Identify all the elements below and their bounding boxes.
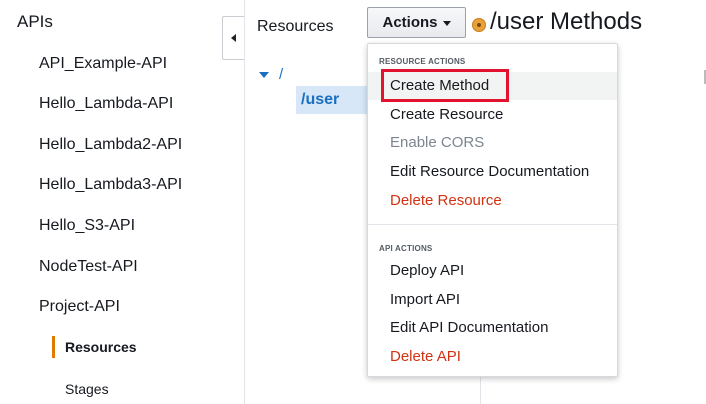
actions-dropdown-menu: RESOURCE ACTIONS Create Method Create Re… [367, 43, 618, 377]
tree-node-root[interactable]: / [259, 66, 283, 83]
tree-root-label: / [279, 66, 284, 83]
actions-button[interactable]: Actions [367, 7, 466, 38]
subnav-label: Stages [65, 381, 109, 397]
api-item[interactable]: Project-API [39, 298, 120, 316]
page-title: /user Methods [490, 8, 643, 35]
create-resource-menu-item[interactable]: Create Resource [368, 101, 617, 129]
active-indicator [52, 336, 55, 358]
method-header: /user Methods [472, 8, 642, 36]
api-item[interactable]: API_Example-API [39, 55, 167, 73]
chevron-down-icon [442, 21, 451, 26]
api-item[interactable]: Hello_Lambda2-API [39, 136, 182, 154]
api-sidebar: APIs API_Example-API Hello_Lambda-API He… [0, 0, 245, 404]
api-actions-heading: API ACTIONS [379, 244, 433, 253]
subnav-label: Resources [65, 339, 137, 355]
chevron-left-icon [231, 34, 236, 42]
menu-divider [368, 224, 617, 225]
api-item[interactable]: Hello_Lambda-API [39, 95, 173, 113]
tree-node-user[interactable]: /user [296, 86, 368, 114]
actions-label: Actions [382, 14, 438, 31]
collapse-sidebar-button[interactable] [222, 16, 244, 60]
subnav-resources[interactable]: Resources [52, 336, 232, 358]
resource-badge-icon [472, 18, 486, 32]
resource-actions-heading: RESOURCE ACTIONS [379, 57, 466, 66]
api-item[interactable]: Hello_Lambda3-API [39, 176, 182, 194]
edit-resource-documentation-menu-item[interactable]: Edit Resource Documentation [368, 158, 617, 186]
delete-api-menu-item[interactable]: Delete API [368, 343, 617, 371]
api-item[interactable]: Hello_S3-API [39, 217, 135, 235]
subnav-stages[interactable]: Stages [52, 378, 232, 400]
edit-api-documentation-menu-item[interactable]: Edit API Documentation [368, 314, 617, 342]
expand-caret-icon[interactable] [259, 71, 269, 78]
resources-title: Resources [257, 18, 334, 35]
sidebar-title: APIs [17, 12, 53, 31]
api-item[interactable]: NodeTest-API [39, 258, 138, 276]
delete-resource-menu-item[interactable]: Delete Resource [368, 187, 617, 215]
enable-cors-menu-item: Enable CORS [390, 134, 485, 151]
deploy-api-menu-item[interactable]: Deploy API [368, 257, 617, 285]
highlight-annotation [381, 69, 509, 102]
import-api-menu-item[interactable]: Import API [368, 286, 617, 314]
